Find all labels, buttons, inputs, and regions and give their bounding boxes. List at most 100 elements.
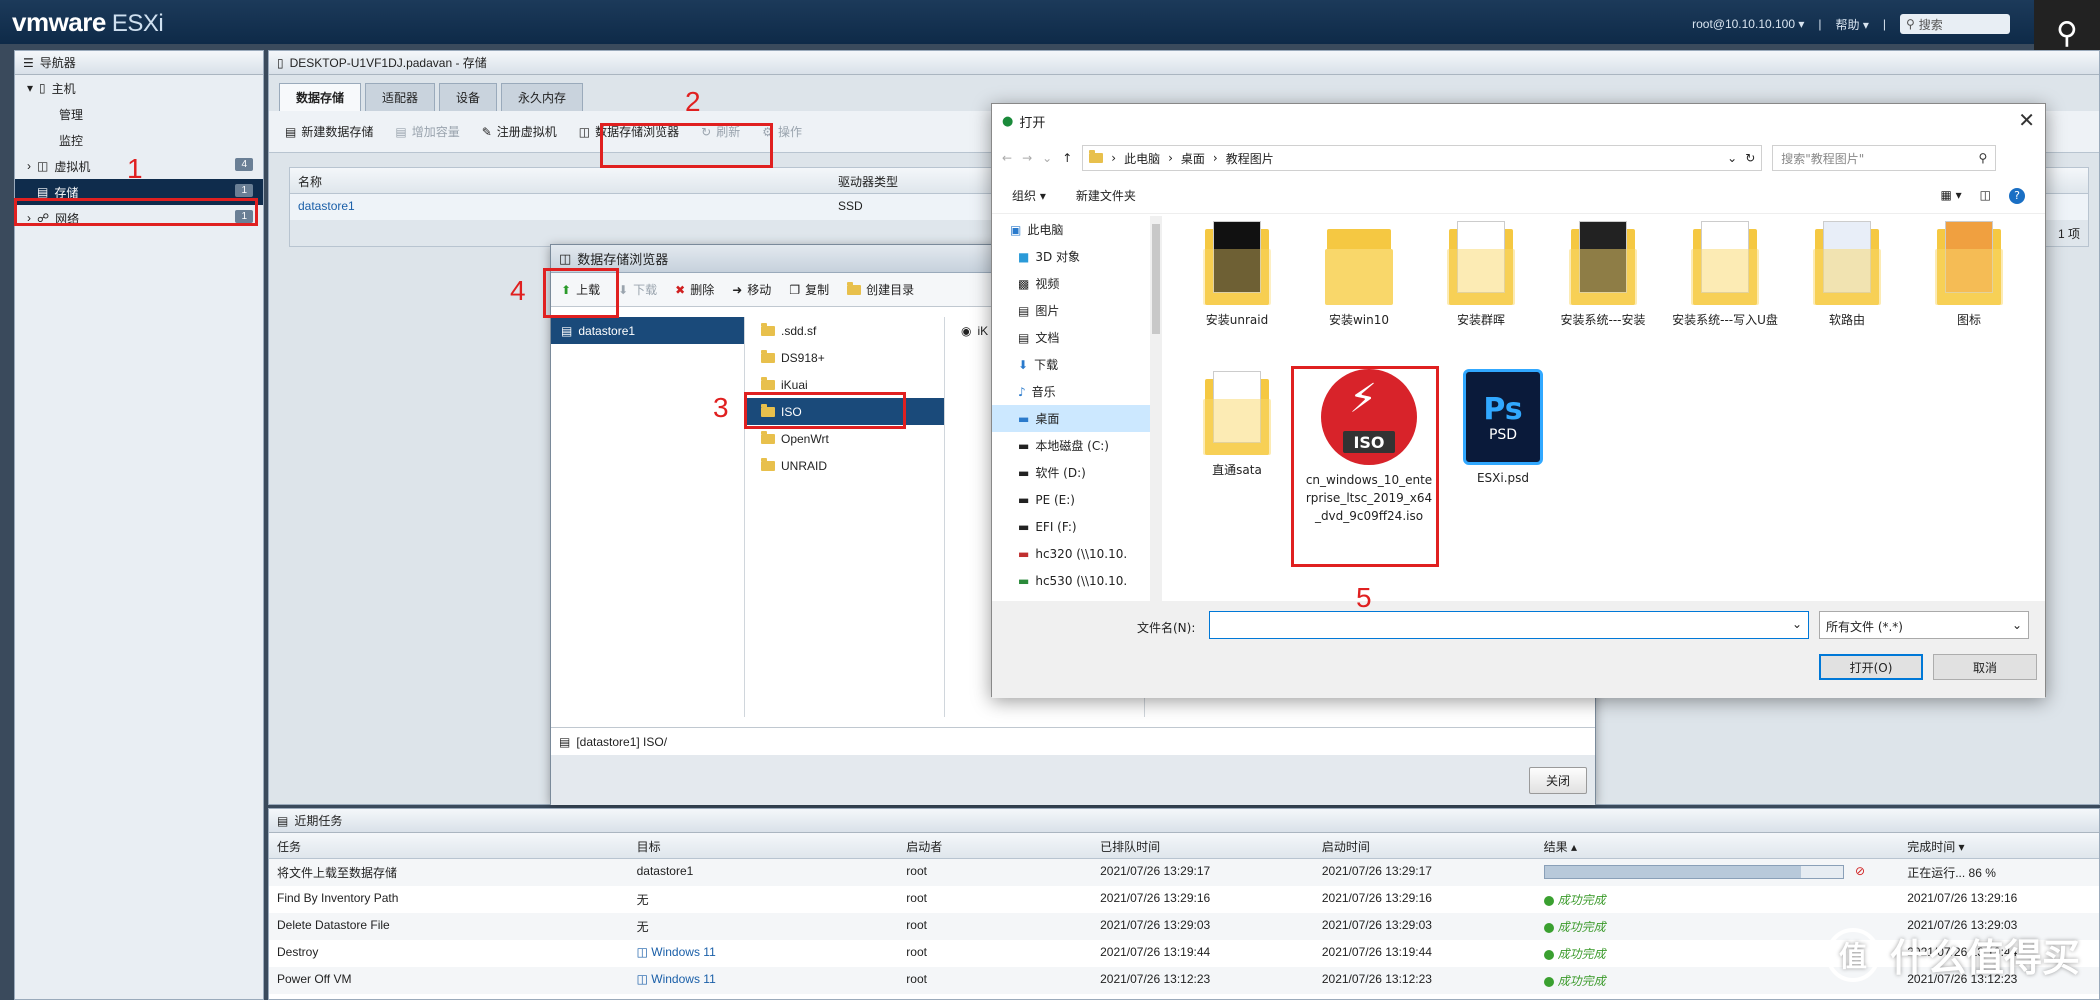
file-item[interactable]: 图标: [1914, 219, 2024, 328]
result-text: 成功完成: [1557, 974, 1606, 988]
nav-label: 文档: [1035, 331, 1060, 345]
nav-drive-d[interactable]: ▬ 软件 (D:): [992, 459, 1161, 486]
increase-capacity-button[interactable]: ▤ 增加容量: [395, 123, 459, 140]
column-header-name[interactable]: 名称: [290, 168, 830, 193]
view-options-icon[interactable]: ▦ ▾: [1940, 188, 1961, 204]
close-button[interactable]: 关闭: [1528, 767, 1587, 794]
help-menu[interactable]: 帮助 ▾: [1836, 16, 1869, 33]
nav-desktop[interactable]: ▬ 桌面: [992, 405, 1161, 432]
tab-datastores[interactable]: 数据存储: [279, 83, 362, 111]
cancel-button[interactable]: 取消: [1933, 654, 2037, 680]
nav-drive-e[interactable]: ▬ PE (E:): [992, 486, 1161, 513]
organize-menu[interactable]: 组织 ▾: [1012, 187, 1046, 204]
cancel-icon[interactable]: ⊘: [1855, 864, 1865, 878]
nav-pictures[interactable]: ▤ 图片: [992, 297, 1161, 324]
file-item[interactable]: Ps PSD ESXi.psd: [1448, 369, 1558, 485]
file-item[interactable]: 安装win10: [1304, 219, 1414, 328]
folder-item[interactable]: .sdd.sf: [745, 317, 944, 344]
column-header-initiator[interactable]: 启动者: [898, 833, 1092, 858]
filename-input[interactable]: ⌄: [1209, 611, 1809, 639]
button-label: 注册虚拟机: [496, 125, 557, 139]
breadcrumb-item[interactable]: 此电脑: [1124, 150, 1160, 167]
queued-cell: 2021/07/26 13:12:23: [1100, 972, 1211, 986]
main-title: ▯ DESKTOP-U1VF1DJ.padavan - 存储: [269, 51, 2099, 75]
breadcrumb-item[interactable]: 教程图片: [1226, 150, 1274, 167]
new-datastore-button[interactable]: ▤ 新建数据存储: [285, 123, 373, 140]
copy-button[interactable]: ❐ 复制: [789, 281, 829, 298]
nav-count-badge: 4: [235, 158, 253, 171]
file-item[interactable]: 软路由: [1792, 219, 1902, 328]
breadcrumb-item[interactable]: 桌面: [1181, 150, 1205, 167]
scrollbar-thumb[interactable]: [1152, 224, 1160, 334]
move-button[interactable]: ➜ 移动: [732, 281, 771, 298]
file-type-filter[interactable]: 所有文件 (*.*) ⌄: [1819, 611, 2029, 639]
chevron-down-icon[interactable]: ⌄: [1792, 617, 1802, 631]
nav-documents[interactable]: ▤ 文档: [992, 324, 1161, 351]
tab-adapters[interactable]: 适配器: [365, 83, 436, 111]
target-cell[interactable]: ◫ Windows 11: [629, 967, 899, 994]
new-folder-button[interactable]: 新建文件夹: [1076, 187, 1136, 204]
close-icon[interactable]: ✕: [2018, 108, 2035, 132]
nav-music[interactable]: ♪ 音乐: [992, 378, 1161, 405]
folder-search-input[interactable]: 搜索"教程图片" ⚲: [1772, 145, 1997, 171]
initiator-cell: root: [906, 864, 927, 878]
column-header-result[interactable]: 结果 ▴: [1536, 833, 1900, 858]
table-row[interactable]: Destroy ◫ Windows 11 root 2021/07/26 13:…: [269, 940, 2099, 967]
file-item[interactable]: 直通sata: [1182, 369, 1292, 478]
nav-item-host[interactable]: ▾ ▯ 主机: [15, 75, 263, 101]
open-button[interactable]: 打开(O): [1819, 654, 1923, 680]
help-icon[interactable]: ?: [2009, 187, 2025, 204]
chevron-down-icon[interactable]: ⌄: [1042, 151, 1052, 165]
tab-devices[interactable]: 设备: [439, 83, 498, 111]
datastore-item[interactable]: ▤ datastore1: [551, 317, 744, 344]
nav-this-pc[interactable]: ▣ 此电脑: [992, 216, 1161, 243]
back-arrow-icon[interactable]: ←: [1002, 151, 1012, 165]
brand-text: vmware: [12, 7, 106, 37]
delete-button[interactable]: ✖ 删除: [675, 281, 714, 298]
create-directory-button[interactable]: 创建目录: [847, 281, 914, 298]
chevron-right-icon: ›: [1212, 151, 1218, 165]
table-row[interactable]: Power Off VM ◫ Windows 11 root 2021/07/2…: [269, 967, 2099, 994]
expand-icon[interactable]: ›: [27, 159, 31, 173]
nav-drive-c[interactable]: ▬ 本地磁盘 (C:): [992, 432, 1161, 459]
nav-item-monitor[interactable]: 监控: [15, 127, 263, 153]
file-item[interactable]: 安装群晖: [1426, 219, 1536, 328]
top-search-input[interactable]: ⚲ 搜索: [1900, 14, 2010, 34]
forward-arrow-icon[interactable]: →: [1022, 151, 1032, 165]
nav-3d-objects[interactable]: ■ 3D 对象: [992, 243, 1161, 270]
up-arrow-icon[interactable]: ↑: [1062, 151, 1072, 165]
refresh-icon[interactable]: ↻: [1745, 151, 1755, 165]
tasks-header: 任务 目标 启动者 已排队时间 启动时间 结果 ▴ 完成时间 ▾: [269, 833, 2099, 859]
address-box[interactable]: › 此电脑 › 桌面 › 教程图片 ⌄ ↻: [1082, 145, 1763, 171]
nav-item-manage[interactable]: 管理: [15, 101, 263, 127]
column-header-started[interactable]: 启动时间: [1314, 833, 1536, 858]
nav-videos[interactable]: ▩ 视频: [992, 270, 1161, 297]
column-header-completed[interactable]: 完成时间 ▾: [1899, 833, 2099, 858]
target-cell[interactable]: ◫ Windows 11: [629, 940, 899, 967]
file-item[interactable]: 安装系统---写入U盘: [1670, 219, 1780, 328]
datastore-name-link[interactable]: datastore1: [290, 194, 830, 220]
column-header-queued[interactable]: 已排队时间: [1092, 833, 1314, 858]
user-menu[interactable]: root@10.10.10.100 ▾: [1692, 17, 1804, 31]
column-header-target[interactable]: 目标: [629, 833, 899, 858]
chevron-down-icon[interactable]: ⌄: [1727, 151, 1737, 165]
datastore-label: datastore1: [578, 323, 636, 338]
folder-item[interactable]: OpenWrt: [745, 425, 944, 452]
expand-icon[interactable]: ▾: [27, 81, 33, 95]
preview-pane-icon[interactable]: ◫: [1980, 188, 1991, 204]
file-item[interactable]: 安装unraid: [1182, 219, 1292, 328]
table-row[interactable]: Find By Inventory Path 无 root 2021/07/26…: [269, 886, 2099, 913]
table-row[interactable]: Delete Datastore File 无 root 2021/07/26 …: [269, 913, 2099, 940]
folder-item[interactable]: DS918+: [745, 344, 944, 371]
nav-downloads[interactable]: ⬇ 下载: [992, 351, 1161, 378]
nav-network-drive-hc320[interactable]: ▬ hc320 (\\10.10.: [992, 540, 1161, 567]
download-button[interactable]: ⬇ 下载: [618, 281, 657, 298]
column-header-task[interactable]: 任务: [269, 833, 629, 858]
folder-item[interactable]: UNRAID: [745, 452, 944, 479]
file-item[interactable]: 安装系统---安装: [1548, 219, 1658, 328]
table-row[interactable]: 将文件上载至数据存储 datastore1 root 2021/07/26 13…: [269, 859, 2099, 886]
nav-drive-f[interactable]: ▬ EFI (F:): [992, 513, 1161, 540]
nav-network-drive-hc530[interactable]: ▬ hc530 (\\10.10.: [992, 567, 1161, 594]
register-vm-button[interactable]: ✎ 注册虚拟机: [482, 123, 557, 140]
tab-persistent-memory[interactable]: 永久内存: [501, 83, 584, 111]
